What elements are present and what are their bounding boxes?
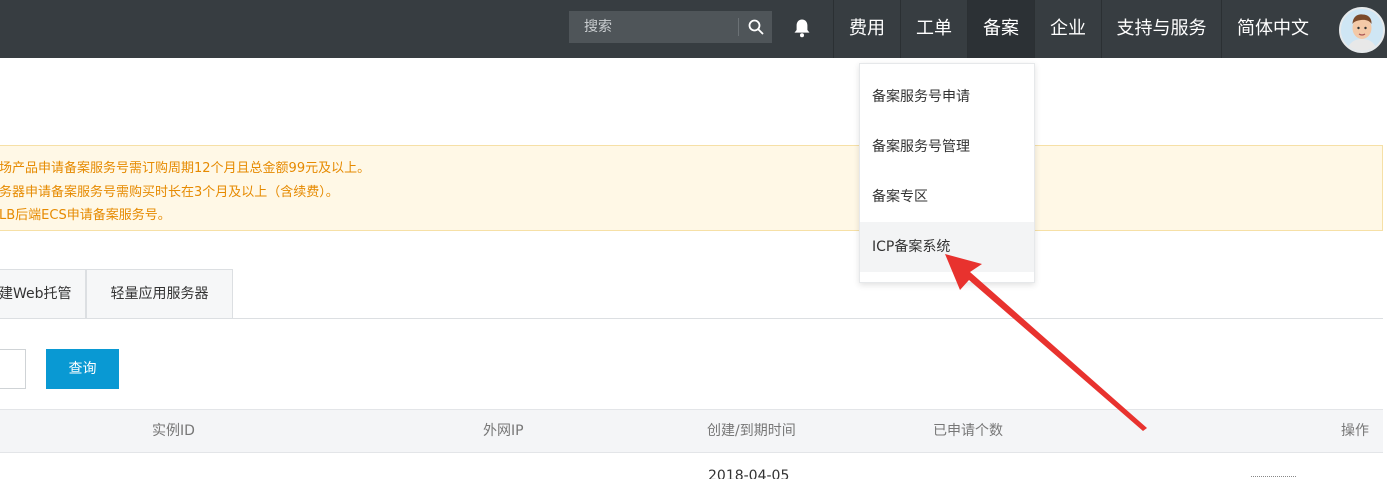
- user-avatar[interactable]: [1339, 7, 1385, 53]
- tab-web-hosting[interactable]: 建Web托管: [0, 269, 86, 318]
- avatar-face-icon: [1341, 9, 1383, 51]
- notice-line: 场产品申请备案服务号需订购周期12个月且总金额99元及以上。: [0, 161, 371, 176]
- notification-button[interactable]: [786, 13, 818, 43]
- annotation-arrow: [945, 254, 1147, 431]
- row-action-link[interactable]: [1251, 476, 1296, 477]
- column-public-ip: 外网IP: [483, 423, 524, 439]
- filing-dropdown-menu: 备案服务号申请 备案服务号管理 备案专区 ICP备案系统: [859, 63, 1035, 283]
- instance-search-input[interactable]: [0, 349, 26, 389]
- column-instance-id: 实例ID: [152, 423, 195, 439]
- menu-item-icp-filing-system[interactable]: ICP备案系统: [860, 222, 1034, 272]
- search-icon: [748, 19, 764, 35]
- notice-line: 务器申请备案服务号需购买时长在3个月及以上（含续费）。: [0, 185, 339, 200]
- tabs-divider: [0, 318, 1383, 319]
- column-created-expiry-time: 创建/到期时间: [707, 423, 796, 439]
- tab-lightweight-server[interactable]: 轻量应用服务器: [86, 269, 233, 318]
- notice-line: LB后端ECS申请备案服务号。: [0, 208, 171, 223]
- nav-support[interactable]: 支持与服务: [1102, 0, 1221, 58]
- nav-tickets[interactable]: 工单: [901, 0, 967, 58]
- column-actions: 操作: [1341, 423, 1369, 439]
- notice-banner: 场产品申请备案服务号需订购周期12个月且总金额99元及以上。 务器申请备案服务号…: [0, 145, 1383, 231]
- row-created-time: 2018-04-05: [708, 468, 790, 479]
- menu-item-service-number-apply[interactable]: 备案服务号申请: [860, 72, 1034, 122]
- search-input[interactable]: [569, 11, 738, 43]
- search-button[interactable]: [740, 11, 772, 43]
- nav-fees[interactable]: 费用: [834, 0, 900, 58]
- column-applied-count: 已申请个数: [933, 423, 1003, 439]
- bell-icon: [794, 19, 810, 38]
- query-button[interactable]: 查询: [46, 349, 119, 389]
- top-navigation-bar: 费用 工单 备案 企业 支持与服务 简体中文: [0, 0, 1387, 58]
- menu-item-service-number-manage[interactable]: 备案服务号管理: [860, 122, 1034, 172]
- table-header: 实例ID 外网IP 创建/到期时间 已申请个数 操作: [0, 409, 1383, 453]
- nav-language[interactable]: 简体中文: [1222, 0, 1324, 58]
- search-divider: [738, 18, 739, 36]
- menu-item-filing-zone[interactable]: 备案专区: [860, 172, 1034, 222]
- nav-filing[interactable]: 备案: [968, 0, 1034, 58]
- nav-enterprise[interactable]: 企业: [1035, 0, 1101, 58]
